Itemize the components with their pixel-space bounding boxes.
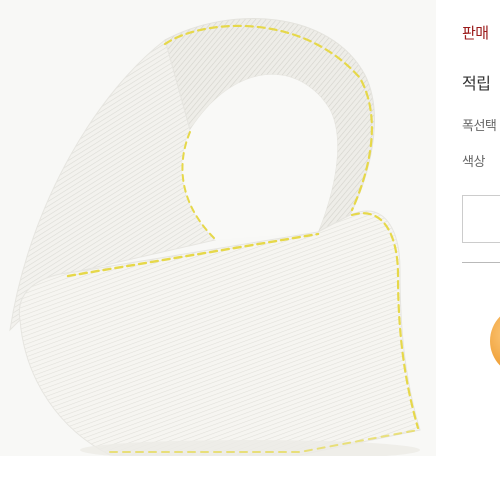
points-label: 적립 (462, 74, 491, 93)
seller-label: 판매 (462, 24, 489, 42)
product-page: 판매 적립 폭선택 색상 (0, 0, 500, 500)
color-option-label: 색상 (462, 155, 485, 170)
ribbon-illustration (0, 0, 436, 456)
product-info-panel: 판매 적립 폭선택 색상 (436, 0, 500, 500)
option-select[interactable] (462, 195, 500, 243)
divider (462, 262, 500, 263)
width-option-label: 폭선택 (462, 119, 497, 134)
product-image (0, 0, 436, 456)
